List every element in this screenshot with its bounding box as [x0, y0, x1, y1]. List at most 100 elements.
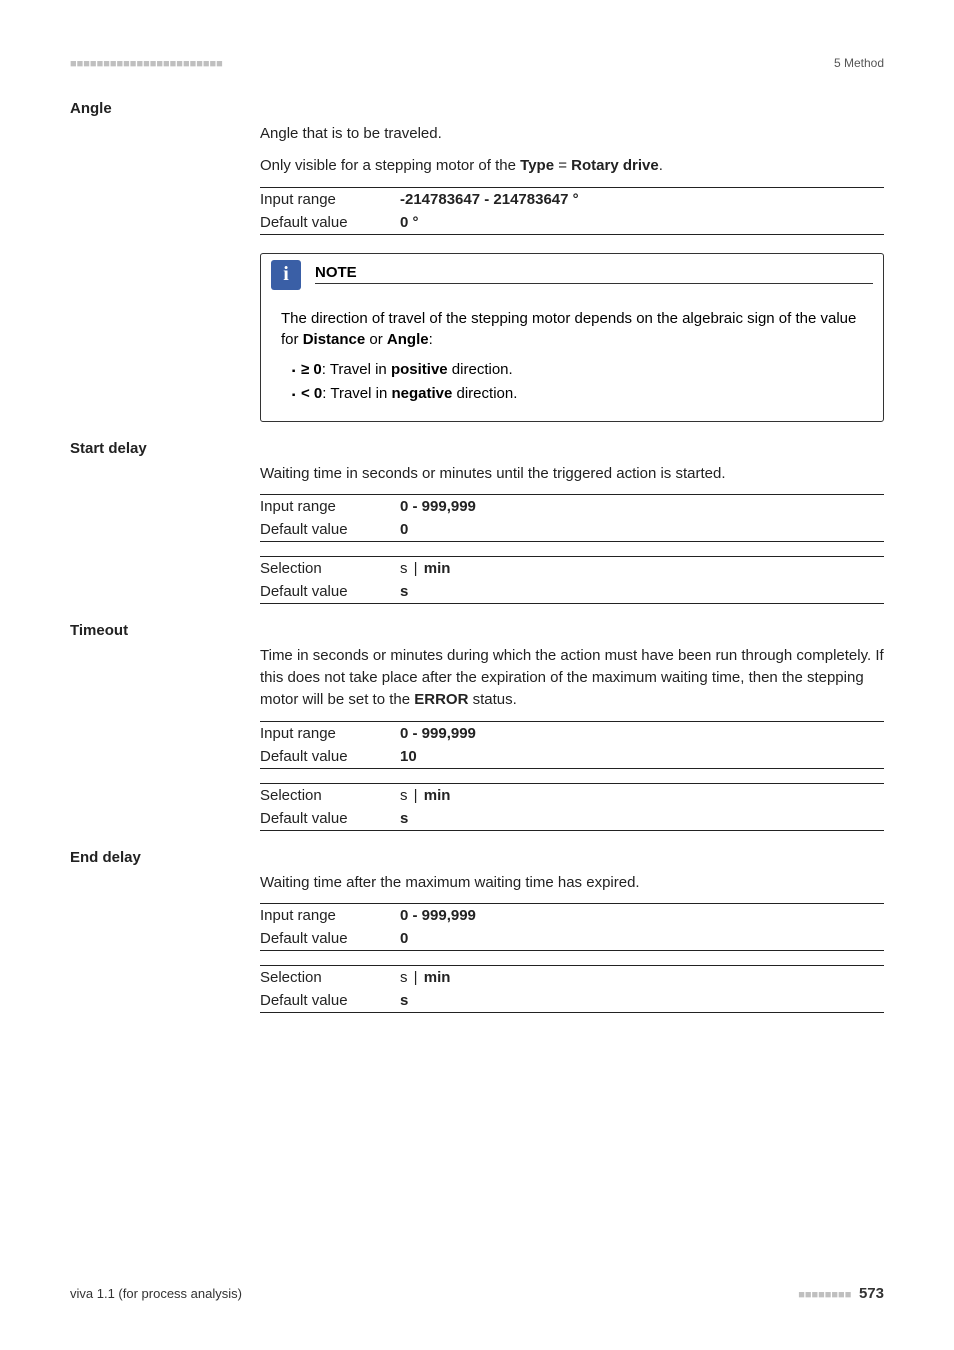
spec-value: 10	[400, 748, 884, 765]
note-body: The direction of travel of the stepping …	[261, 296, 883, 421]
spec-row: Selection s | min	[260, 556, 884, 580]
page-footer: viva 1.1 (for process analysis) ■■■■■■■■…	[70, 1285, 884, 1302]
spec-value: s | min	[400, 787, 884, 804]
start-delay-content: Waiting time in seconds or minutes until…	[260, 463, 884, 605]
text: Time in seconds or minutes during which …	[260, 647, 884, 708]
spec-value: 0 - 999,999	[400, 725, 884, 742]
text: min	[424, 560, 451, 577]
spec-value: s | min	[400, 969, 884, 986]
text: positive	[391, 361, 448, 378]
text: min	[424, 969, 451, 986]
text: s	[400, 560, 408, 577]
text: :	[429, 331, 433, 348]
spec-label: Default value	[260, 992, 400, 1009]
list-item: < 0: Travel in negative direction.	[301, 383, 863, 405]
footer-right: ■■■■■■■■ 573	[798, 1285, 884, 1302]
text: Distance	[303, 331, 366, 348]
end-delay-label: End delay	[70, 849, 884, 866]
angle-label: Angle	[70, 100, 884, 117]
footer-page-number: 573	[859, 1285, 884, 1302]
spec-label: Default value	[260, 521, 400, 538]
spec-row: Input range 0 - 999,999	[260, 721, 884, 745]
spec-label: Default value	[260, 930, 400, 947]
text: Angle	[387, 331, 429, 348]
note-head: i NOTE	[261, 254, 883, 296]
text: |	[410, 560, 422, 577]
page-header: ■■■■■■■■■■■■■■■■■■■■■■■ 5 Method	[70, 56, 884, 70]
text-type: Type	[520, 157, 554, 174]
timeout-content: Time in seconds or minutes during which …	[260, 645, 884, 830]
spec-row: Input range 0 - 999,999	[260, 903, 884, 927]
note-title: NOTE	[315, 264, 873, 284]
text: : Travel in	[322, 361, 391, 378]
text: direction.	[452, 385, 517, 402]
text: |	[410, 787, 422, 804]
text: .	[659, 157, 663, 174]
spec-value: 0	[400, 930, 884, 947]
spec-value: s	[400, 583, 884, 600]
spec-label: Selection	[260, 787, 400, 804]
note-box: i NOTE The direction of travel of the st…	[260, 253, 884, 422]
timeout-desc: Time in seconds or minutes during which …	[260, 645, 884, 710]
spec-label: Selection	[260, 969, 400, 986]
text: ERROR	[414, 691, 468, 708]
text: s	[400, 787, 408, 804]
spec-row: Default value 0	[260, 927, 884, 950]
spec-label: Input range	[260, 907, 400, 924]
spec-value: s | min	[400, 560, 884, 577]
info-icon: i	[271, 260, 301, 290]
spec-row: Default value 0 °	[260, 211, 884, 234]
start-delay-label: Start delay	[70, 440, 884, 457]
spec-label: Input range	[260, 498, 400, 515]
angle-desc: Angle that is to be traveled.	[260, 123, 884, 145]
text: s	[400, 969, 408, 986]
angle-spec-group: Input range -214783647 - 214783647 ° Def…	[260, 187, 884, 235]
spec-row: Default value 0	[260, 518, 884, 541]
footer-left: viva 1.1 (for process analysis)	[70, 1286, 242, 1301]
timeout-label: Timeout	[70, 622, 884, 639]
spec-label: Default value	[260, 810, 400, 827]
text: or	[365, 331, 387, 348]
end-delay-content: Waiting time after the maximum waiting t…	[260, 872, 884, 1014]
text: min	[424, 787, 451, 804]
section-angle: Angle Angle that is to be traveled. Only…	[70, 100, 884, 422]
spec-label: Default value	[260, 583, 400, 600]
ed-spec-group-1: Input range 0 - 999,999 Default value 0	[260, 903, 884, 951]
header-section-label: 5 Method	[834, 56, 884, 70]
spec-label: Input range	[260, 725, 400, 742]
spec-label: Selection	[260, 560, 400, 577]
spec-value: 0 - 999,999	[400, 907, 884, 924]
spec-label: Default value	[260, 214, 400, 231]
start-delay-desc: Waiting time in seconds or minutes until…	[260, 463, 884, 485]
spec-value: 0 °	[400, 214, 884, 231]
spec-value: s	[400, 992, 884, 1009]
text: < 0	[301, 385, 322, 402]
spec-row: Default value s	[260, 807, 884, 830]
spec-value: s	[400, 810, 884, 827]
ed-spec-group-2: Selection s | min Default value s	[260, 965, 884, 1013]
section-timeout: Timeout Time in seconds or minutes durin…	[70, 622, 884, 830]
spec-row: Selection s | min	[260, 965, 884, 989]
spec-value: 0	[400, 521, 884, 538]
spec-value: -214783647 - 214783647 °	[400, 191, 884, 208]
spec-label: Default value	[260, 748, 400, 765]
header-dashes: ■■■■■■■■■■■■■■■■■■■■■■■	[70, 58, 223, 70]
text: direction.	[448, 361, 513, 378]
spec-row: Selection s | min	[260, 783, 884, 807]
text: |	[410, 969, 422, 986]
spec-value: 0 - 999,999	[400, 498, 884, 515]
section-end-delay: End delay Waiting time after the maximum…	[70, 849, 884, 1014]
text: negative	[391, 385, 452, 402]
spec-row: Input range 0 - 999,999	[260, 494, 884, 518]
text: Only visible for a stepping motor of the	[260, 157, 520, 174]
section-start-delay: Start delay Waiting time in seconds or m…	[70, 440, 884, 605]
note-bullets: ≥ 0: Travel in positive direction. < 0: …	[281, 359, 863, 405]
to-spec-group-1: Input range 0 - 999,999 Default value 10	[260, 721, 884, 769]
to-spec-group-2: Selection s | min Default value s	[260, 783, 884, 831]
text: status.	[468, 691, 516, 708]
footer-dashes: ■■■■■■■■	[798, 1289, 851, 1301]
spec-label: Input range	[260, 191, 400, 208]
end-delay-desc: Waiting time after the maximum waiting t…	[260, 872, 884, 894]
spec-row: Default value s	[260, 580, 884, 603]
text-rotary: Rotary drive	[571, 157, 659, 174]
